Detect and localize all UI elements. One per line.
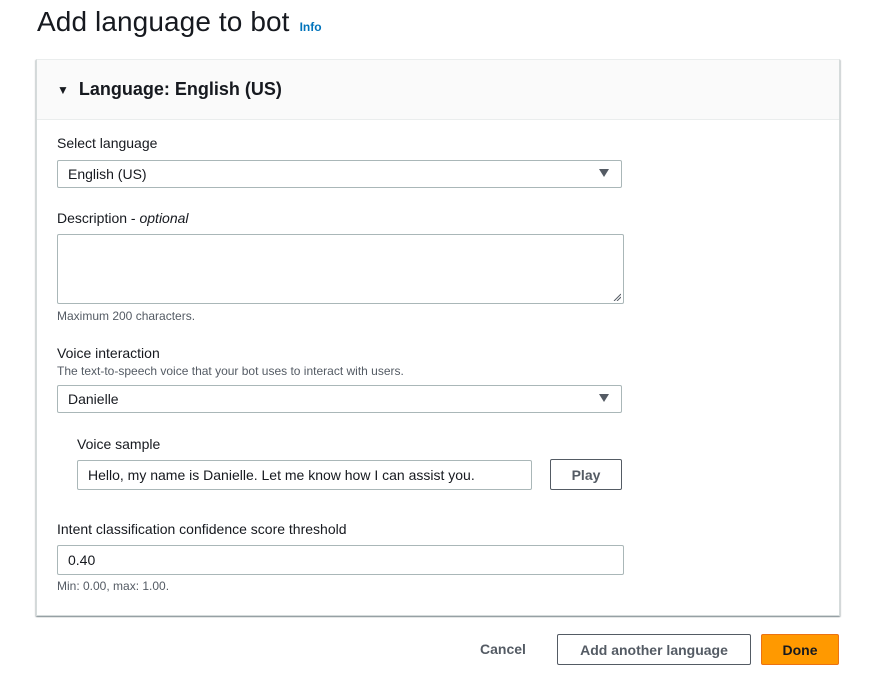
- voice-sample-input[interactable]: Hello, my name is Danielle. Let me know …: [77, 460, 532, 490]
- voice-interaction-label: Voice interaction: [57, 345, 160, 361]
- threshold-input[interactable]: 0.40: [57, 545, 624, 575]
- voice-interaction-hint: The text-to-speech voice that your bot u…: [57, 364, 404, 378]
- description-label-text: Description: [57, 210, 128, 226]
- cancel-button[interactable]: Cancel: [470, 634, 536, 664]
- voice-sample-label: Voice sample: [77, 436, 161, 452]
- caret-down-icon[interactable]: ▼: [57, 83, 69, 97]
- optional-tag: optional: [139, 210, 189, 226]
- voice-sample-value: Hello, my name is Danielle. Let me know …: [88, 467, 475, 483]
- caret-down-icon: [599, 169, 609, 177]
- language-panel: ▼ Language: English (US) Select language…: [36, 59, 840, 616]
- page-title: Add language to bot: [37, 6, 290, 37]
- language-panel-title: Language: English (US): [78, 79, 282, 99]
- select-language-label: Select language: [57, 135, 158, 151]
- add-another-language-button[interactable]: Add another language: [557, 634, 751, 665]
- page-header: Add language to bot Info: [37, 6, 322, 38]
- select-language-dropdown[interactable]: English (US): [57, 160, 622, 188]
- description-label: Description - optional: [57, 210, 189, 226]
- play-button[interactable]: Play: [550, 459, 622, 490]
- caret-down-icon: [599, 394, 609, 402]
- threshold-value: 0.40: [68, 552, 96, 568]
- description-textarea[interactable]: [57, 234, 624, 304]
- description-hint: Maximum 200 characters.: [57, 309, 196, 323]
- done-button[interactable]: Done: [761, 634, 839, 665]
- threshold-label: Intent classification confidence score t…: [57, 521, 347, 537]
- info-link[interactable]: Info: [300, 20, 322, 34]
- select-language-value: English (US): [68, 166, 147, 182]
- language-panel-header[interactable]: ▼ Language: English (US): [37, 60, 839, 120]
- voice-interaction-value: Danielle: [68, 391, 119, 407]
- resize-handle-icon[interactable]: [613, 293, 621, 301]
- voice-interaction-dropdown[interactable]: Danielle: [57, 385, 622, 413]
- threshold-hint: Min: 0.00, max: 1.00.: [57, 579, 170, 593]
